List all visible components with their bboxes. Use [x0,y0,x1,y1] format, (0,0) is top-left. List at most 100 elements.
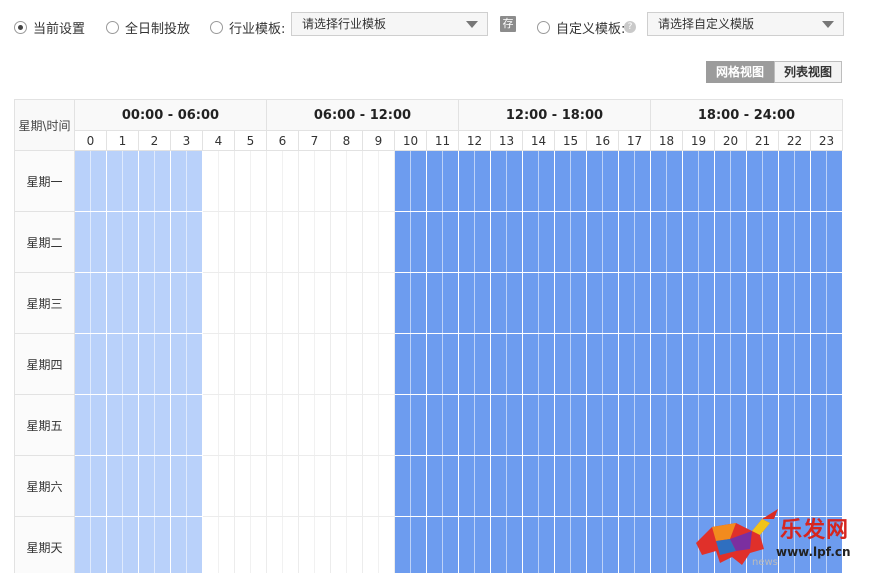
half-hour-slot[interactable] [779,273,795,333]
time-slot-cell[interactable] [235,395,267,456]
time-slot-cell[interactable] [619,395,651,456]
time-slot-cell[interactable] [331,395,363,456]
time-slot-cell[interactable] [587,212,619,273]
time-slot-cell[interactable] [587,456,619,517]
half-hour-slot[interactable] [651,456,667,516]
time-slot-cell[interactable] [587,151,619,212]
half-hour-slot[interactable] [235,273,251,333]
time-slot-cell[interactable] [139,334,171,395]
half-hour-slot[interactable] [587,334,603,394]
half-hour-slot[interactable] [747,151,763,211]
half-hour-slot[interactable] [363,456,379,516]
time-slot-cell[interactable] [715,151,747,212]
half-hour-slot[interactable] [523,395,539,455]
half-hour-slot[interactable] [395,212,411,272]
time-slot-cell[interactable] [459,151,491,212]
hour-header[interactable]: 14 [523,131,555,151]
time-slot-cell[interactable] [523,517,555,573]
hour-header[interactable]: 15 [555,131,587,151]
time-slot-cell[interactable] [299,212,331,273]
half-hour-slot[interactable] [811,334,827,394]
time-slot-cell[interactable] [107,456,139,517]
time-slot-cell[interactable] [363,212,395,273]
half-hour-slot[interactable] [203,151,219,211]
half-hour-slot[interactable] [491,334,507,394]
time-slot-cell[interactable] [235,151,267,212]
time-slot-cell[interactable] [267,273,299,334]
hour-header[interactable]: 0 [75,131,107,151]
time-slot-cell[interactable] [523,151,555,212]
half-hour-slot[interactable] [395,517,411,573]
hour-header[interactable]: 12 [459,131,491,151]
half-hour-slot[interactable] [107,151,123,211]
time-slot-cell[interactable] [139,517,171,573]
half-hour-slot[interactable] [75,456,91,516]
half-hour-slot[interactable] [459,456,475,516]
half-hour-slot[interactable] [267,517,283,573]
time-slot-cell[interactable] [331,334,363,395]
time-slot-cell[interactable] [363,151,395,212]
time-slot-cell[interactable] [715,334,747,395]
hour-header[interactable]: 17 [619,131,651,151]
time-slot-cell[interactable] [619,212,651,273]
half-hour-slot[interactable] [139,456,155,516]
time-slot-cell[interactable] [747,273,779,334]
time-slot-cell[interactable] [459,273,491,334]
half-hour-slot[interactable] [171,212,187,272]
half-hour-slot[interactable] [523,334,539,394]
time-slot-cell[interactable] [203,151,235,212]
half-hour-slot[interactable] [139,517,155,573]
time-slot-cell[interactable] [523,212,555,273]
half-hour-slot[interactable] [587,273,603,333]
half-hour-slot[interactable] [427,273,443,333]
time-slot-cell[interactable] [395,212,427,273]
half-hour-slot[interactable] [779,212,795,272]
hour-header[interactable]: 5 [235,131,267,151]
half-hour-slot[interactable] [235,151,251,211]
time-slot-cell[interactable] [523,334,555,395]
half-hour-slot[interactable] [587,517,603,573]
time-slot-cell[interactable] [491,151,523,212]
half-hour-slot[interactable] [555,456,571,516]
hour-header[interactable]: 16 [587,131,619,151]
time-slot-cell[interactable] [459,212,491,273]
time-slot-cell[interactable] [235,273,267,334]
half-hour-slot[interactable] [747,334,763,394]
half-hour-slot[interactable] [139,334,155,394]
half-hour-slot[interactable] [651,273,667,333]
day-row-header[interactable]: 星期四 [14,334,75,395]
half-hour-slot[interactable] [715,212,731,272]
half-hour-slot[interactable] [555,273,571,333]
half-hour-slot[interactable] [619,456,635,516]
time-slot-cell[interactable] [459,334,491,395]
hour-header[interactable]: 18 [651,131,683,151]
time-slot-cell[interactable] [331,517,363,573]
hour-header[interactable]: 23 [811,131,843,151]
time-slot-cell[interactable] [651,456,683,517]
time-slot-cell[interactable] [651,151,683,212]
time-slot-cell[interactable] [619,517,651,573]
time-slot-cell[interactable] [427,151,459,212]
half-hour-slot[interactable] [235,212,251,272]
time-slot-cell[interactable] [747,395,779,456]
half-hour-slot[interactable] [395,395,411,455]
half-hour-slot[interactable] [619,334,635,394]
half-hour-slot[interactable] [779,151,795,211]
half-hour-slot[interactable] [587,456,603,516]
half-hour-slot[interactable] [523,456,539,516]
time-slot-cell[interactable] [171,273,203,334]
time-slot-cell[interactable] [395,395,427,456]
grid-view-button[interactable]: 网格视图 [706,61,775,83]
half-hour-slot[interactable] [811,212,827,272]
time-slot-cell[interactable] [427,273,459,334]
time-slot-cell[interactable] [651,334,683,395]
half-hour-slot[interactable] [171,334,187,394]
half-hour-slot[interactable] [75,334,91,394]
half-hour-slot[interactable] [331,151,347,211]
time-slot-cell[interactable] [555,517,587,573]
time-slot-cell[interactable] [523,456,555,517]
time-slot-cell[interactable] [555,456,587,517]
time-slot-cell[interactable] [491,395,523,456]
time-slot-cell[interactable] [779,395,811,456]
half-hour-slot[interactable] [107,456,123,516]
